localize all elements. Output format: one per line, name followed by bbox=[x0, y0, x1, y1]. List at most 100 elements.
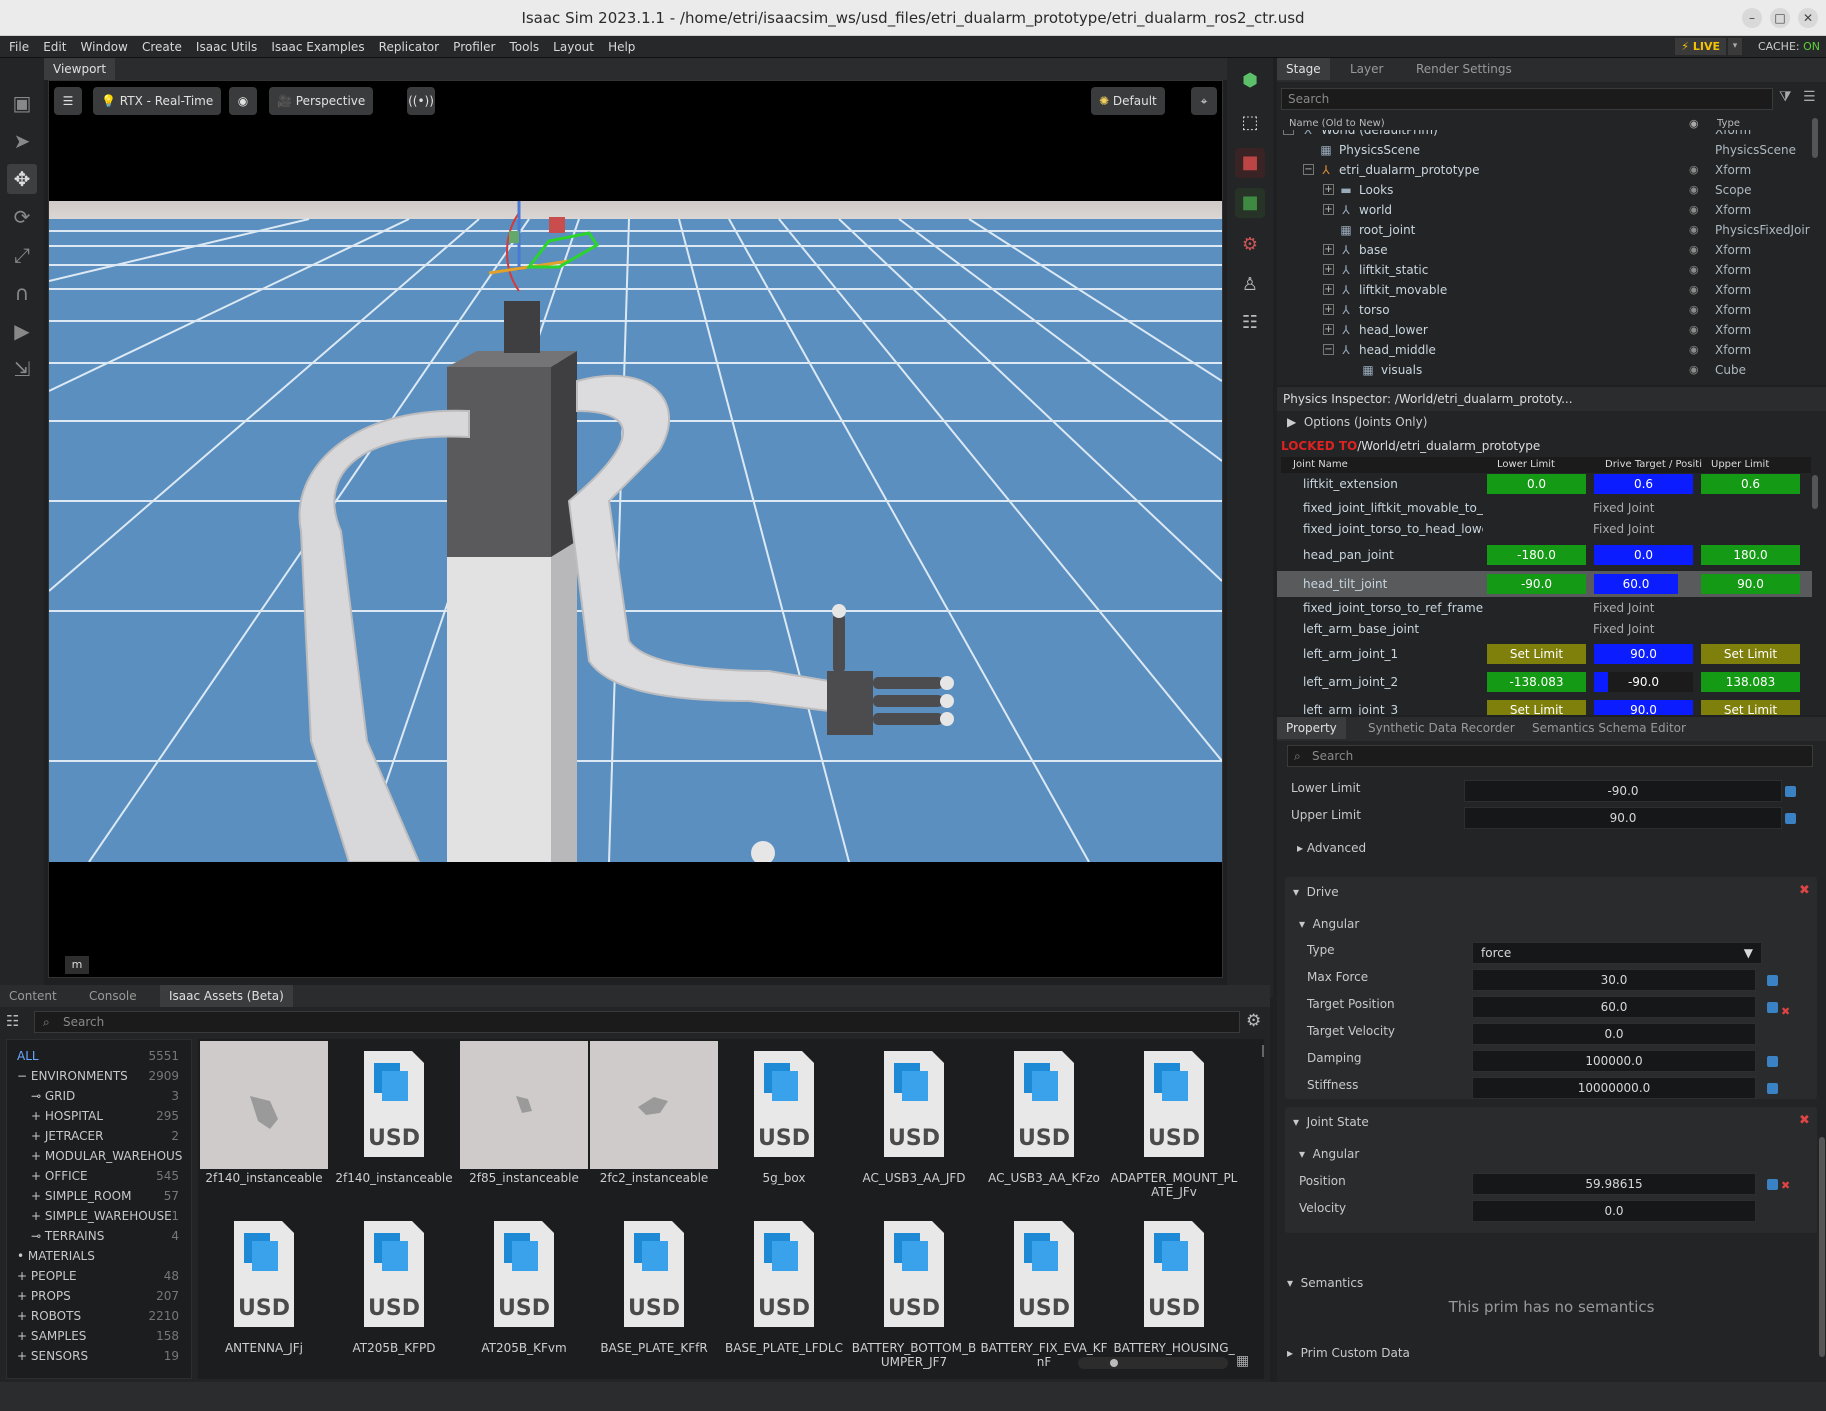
menu-create[interactable]: Create bbox=[142, 36, 182, 58]
set-lower-limit-button[interactable]: Set Limit bbox=[1487, 700, 1586, 715]
drive-target-field[interactable]: 0.0 bbox=[1594, 545, 1693, 565]
upper-limit-field[interactable]: 138.083 bbox=[1701, 672, 1800, 692]
asset-tile[interactable]: USD AC_USB3_AA_JFD bbox=[850, 1041, 978, 1209]
joint-row[interactable]: left_arm_joint_2 -138.083 -90.0 138.083 bbox=[1277, 669, 1812, 695]
category-item[interactable]: + OFFICE 545 bbox=[7, 1166, 187, 1186]
joint-table-scrollbar[interactable] bbox=[1812, 475, 1818, 509]
physics-cube-icon[interactable]: ⬢ bbox=[1235, 66, 1265, 96]
tree-row[interactable]: + ⅄ torso ◉ Xform bbox=[1277, 300, 1817, 320]
velocity-field[interactable]: 0.0 bbox=[1472, 1200, 1756, 1222]
category-item[interactable]: + PROPS 207 bbox=[7, 1286, 187, 1306]
step-icon[interactable]: ⇲ bbox=[7, 354, 37, 384]
filter-icon[interactable]: ⧩ bbox=[1779, 89, 1792, 105]
drive-target-field[interactable]: -90.0 bbox=[1594, 672, 1693, 692]
asset-tile[interactable]: 2fc2_instanceable bbox=[590, 1041, 718, 1209]
lower-limit-field[interactable]: 0.0 bbox=[1487, 474, 1586, 494]
tab-semantics-schema-editor[interactable]: Semantics Schema Editor bbox=[1523, 717, 1695, 739]
target-velocity-field[interactable]: 0.0 bbox=[1472, 1023, 1756, 1045]
joint-row[interactable]: head_pan_joint -180.0 0.0 180.0 bbox=[1277, 542, 1812, 568]
asset-tile[interactable]: USD AT205B_KFPD bbox=[330, 1211, 458, 1379]
category-item[interactable]: + SIMPLE_ROOM 57 bbox=[7, 1186, 187, 1206]
category-item[interactable]: − ENVIRONMENTS 2909 bbox=[7, 1066, 187, 1086]
drive-target-field[interactable]: 60.0 bbox=[1594, 574, 1678, 594]
lower-limit-field[interactable]: -90.0 bbox=[1487, 574, 1586, 594]
camera-button[interactable]: 🎥 Perspective bbox=[269, 87, 374, 115]
tree-row[interactable]: + ⅄ liftkit_movable ◉ Xform bbox=[1277, 280, 1817, 300]
col-type-header[interactable]: Type bbox=[1717, 118, 1740, 129]
asset-tile[interactable]: 2f85_instanceable bbox=[460, 1041, 588, 1209]
visibility-eye-icon[interactable]: ◉ bbox=[1689, 260, 1699, 280]
category-item[interactable]: • MATERIALS bbox=[7, 1246, 187, 1266]
menu-tools[interactable]: Tools bbox=[510, 36, 540, 58]
category-item[interactable]: + JETRACER 2 bbox=[7, 1126, 187, 1146]
asset-tile[interactable]: USD 2f140_instanceable bbox=[330, 1041, 458, 1209]
lower-limit-field[interactable]: -138.083 bbox=[1487, 672, 1586, 692]
category-item[interactable]: ⊸ TERRAINS 4 bbox=[7, 1226, 187, 1246]
joint-row[interactable]: fixed_joint_torso_to_head_lower Fixed Joi… bbox=[1277, 516, 1812, 542]
tree-row[interactable]: ▦ root_joint ◉ PhysicsFixedJoir bbox=[1277, 220, 1817, 240]
tree-row[interactable]: − ⅄ head_middle ◉ Xform bbox=[1277, 340, 1817, 360]
drive-target-field[interactable]: 0.6 bbox=[1594, 474, 1693, 494]
tree-row[interactable]: + ⅄ liftkit_static ◉ Xform bbox=[1277, 260, 1817, 280]
tree-row[interactable]: ▦ PhysicsScene PhysicsScene bbox=[1277, 140, 1817, 160]
menu-isaac-utils[interactable]: Isaac Utils bbox=[196, 36, 257, 58]
category-item[interactable]: + SIMPLE_WAREHOUSE 1 bbox=[7, 1206, 187, 1226]
clear-target-icon[interactable]: ✖ bbox=[1781, 1005, 1790, 1018]
visibility-eye-icon[interactable]: ◉ bbox=[1689, 160, 1699, 180]
joint-state-header[interactable]: ▾ Joint State bbox=[1293, 1115, 1369, 1129]
stiffness-field[interactable]: 10000000.0 bbox=[1472, 1077, 1756, 1099]
tab-property[interactable]: Property bbox=[1277, 717, 1346, 739]
joint-row[interactable]: left_arm_joint_3 Set Limit 90.0 Set Limit bbox=[1277, 697, 1812, 715]
menu-layout[interactable]: Layout bbox=[553, 36, 594, 58]
category-item[interactable]: ⊸ GRID 3 bbox=[7, 1086, 187, 1106]
viewport-settings-icon[interactable]: ☰ bbox=[54, 87, 82, 115]
asset-grid-scrollbar[interactable] bbox=[1262, 1045, 1264, 1057]
visibility-eye-icon[interactable]: ◉ bbox=[1689, 320, 1699, 340]
target-position-field[interactable]: 60.0 bbox=[1472, 996, 1756, 1018]
green-cube-icon[interactable]: ■ bbox=[1235, 188, 1265, 218]
visibility-eye-icon[interactable]: ◉ bbox=[1689, 280, 1699, 300]
scale-tool-icon[interactable]: ⤢ bbox=[7, 240, 37, 270]
joint-row[interactable]: liftkit_extension 0.0 0.6 0.6 bbox=[1277, 471, 1812, 497]
location-pin-icon[interactable]: ⌖ bbox=[1191, 87, 1217, 115]
tree-toggle-icon[interactable]: ☷ bbox=[6, 1012, 19, 1030]
drive-target-field[interactable]: 90.0 bbox=[1594, 644, 1693, 664]
category-item[interactable]: + MODULAR_WAREHOUS bbox=[7, 1146, 187, 1166]
set-upper-limit-button[interactable]: Set Limit bbox=[1701, 644, 1800, 664]
upper-limit-field[interactable]: 90.0 bbox=[1464, 807, 1782, 829]
default-indicator[interactable] bbox=[1785, 786, 1796, 797]
select-mode-icon[interactable]: ▣ bbox=[7, 88, 37, 118]
renderer-button[interactable]: 💡 RTX - Real-Time bbox=[93, 87, 222, 115]
asset-tile[interactable]: USD ADAPTER_MOUNT_PLATE_JFv bbox=[1110, 1041, 1238, 1209]
live-button[interactable]: ⚡ LIVE bbox=[1675, 38, 1726, 55]
sliders-icon[interactable]: ☷ bbox=[1235, 308, 1265, 338]
tab-synthetic-data-recorder[interactable]: Synthetic Data Recorder bbox=[1359, 717, 1524, 739]
angular-header[interactable]: ▾ Angular bbox=[1299, 917, 1359, 931]
max-force-field[interactable]: 30.0 bbox=[1472, 969, 1756, 991]
asset-tile[interactable]: USD 5g_box bbox=[720, 1041, 848, 1209]
lower-limit-field[interactable]: -180.0 bbox=[1487, 545, 1586, 565]
default-indicator[interactable] bbox=[1767, 1002, 1778, 1013]
assets-search-input[interactable]: ⌕ Search bbox=[34, 1011, 1240, 1033]
position-field[interactable]: 59.98615 bbox=[1472, 1173, 1756, 1195]
move-tool-icon[interactable]: ✥ bbox=[7, 164, 37, 194]
default-indicator[interactable] bbox=[1767, 1179, 1778, 1190]
set-lower-limit-button[interactable]: Set Limit bbox=[1487, 644, 1586, 664]
tab-render-settings[interactable]: Render Settings bbox=[1407, 58, 1521, 80]
drive-target-field[interactable]: 90.0 bbox=[1594, 700, 1693, 715]
upper-limit-field[interactable]: 0.6 bbox=[1701, 474, 1800, 494]
visibility-eye-icon[interactable]: ◉ bbox=[1689, 340, 1699, 360]
remove-drive-icon[interactable]: ✖ bbox=[1799, 883, 1810, 898]
tree-row[interactable]: + ⅄ base ◉ Xform bbox=[1277, 240, 1817, 260]
close-window-button[interactable]: ✕ bbox=[1798, 8, 1818, 28]
property-scrollbar[interactable] bbox=[1819, 1137, 1825, 1357]
tree-row[interactable]: + ⅄ head_lower ◉ Xform bbox=[1277, 320, 1817, 340]
maximize-button[interactable]: □ bbox=[1770, 8, 1790, 28]
category-item[interactable]: + ROBOTS 2210 bbox=[7, 1306, 187, 1326]
asset-tile[interactable]: USD BATTERY_FIX_EVA_KFnF bbox=[980, 1211, 1108, 1379]
visibility-eye-icon[interactable]: ◉ bbox=[1689, 220, 1699, 240]
stage-search-input[interactable]: Search bbox=[1281, 88, 1773, 110]
tree-row[interactable]: ▦ visuals ◉ Cube bbox=[1277, 360, 1817, 380]
clear-physics-icon[interactable]: ⬚ bbox=[1235, 108, 1265, 138]
menu-edit[interactable]: Edit bbox=[43, 36, 66, 58]
